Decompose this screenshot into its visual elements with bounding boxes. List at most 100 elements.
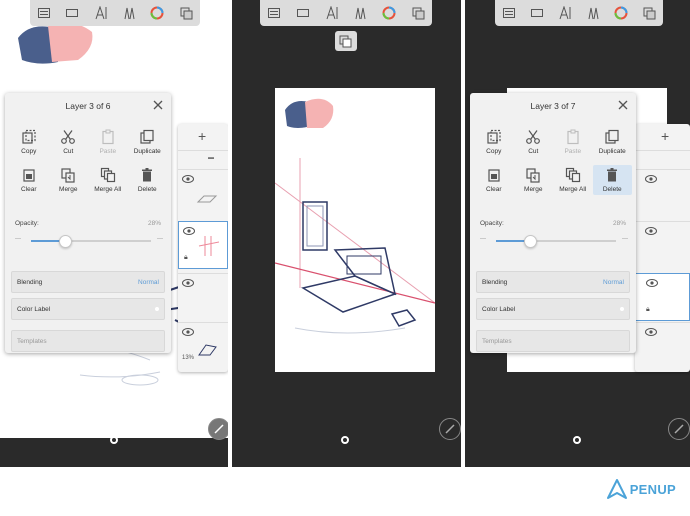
layer-stack-icon[interactable] <box>640 5 658 21</box>
lock-icon[interactable]: 🔒︎ <box>184 254 188 262</box>
layers-icon[interactable] <box>265 5 283 21</box>
eye-icon[interactable] <box>645 227 657 235</box>
color-wheel-icon[interactable] <box>612 5 630 21</box>
layer-stack-icon[interactable] <box>409 5 427 21</box>
eye-icon[interactable] <box>182 279 194 287</box>
text-brush-icon[interactable] <box>323 5 341 21</box>
brush-icon[interactable] <box>351 5 369 21</box>
opacity-slider[interactable] <box>31 235 151 248</box>
opacity-slider[interactable] <box>496 235 616 248</box>
layer-row[interactable] <box>178 273 228 320</box>
paste-button[interactable]: Paste <box>88 127 128 157</box>
pen-button[interactable] <box>668 418 690 440</box>
text-brush-icon[interactable] <box>92 5 110 21</box>
opacity-slider-knob[interactable] <box>523 235 537 248</box>
layers-icon[interactable] <box>35 5 53 21</box>
layer-row-selected[interactable]: 🔒︎ <box>635 273 690 321</box>
eye-icon[interactable] <box>645 328 657 336</box>
layer-thumbnail <box>196 195 218 203</box>
merge-icon <box>526 168 540 183</box>
merge-button[interactable]: Merge <box>514 165 554 195</box>
sketch-artwork <box>274 98 436 334</box>
brush-icon[interactable] <box>584 5 602 21</box>
canvas-icon[interactable] <box>63 5 81 21</box>
cut-button[interactable]: Cut <box>49 127 89 157</box>
layer-row[interactable] <box>178 169 228 216</box>
layers-strip: + ▬ 🔒︎ 13% <box>178 124 228 372</box>
penup-logo: PENUP <box>606 478 676 500</box>
copy-button[interactable]: Copy <box>474 127 514 157</box>
copy-icon <box>22 129 36 144</box>
color-label-row[interactable]: Color Label <box>476 298 630 320</box>
opacity-value: 28% <box>612 220 626 227</box>
layer-row[interactable]: ▬ <box>178 150 228 169</box>
trash-icon <box>142 168 153 182</box>
text-brush-icon[interactable] <box>556 5 574 21</box>
close-icon[interactable] <box>616 98 630 112</box>
templates-row[interactable]: Templates <box>476 330 630 352</box>
eye-icon[interactable] <box>182 328 194 336</box>
color-dot-icon <box>155 307 159 311</box>
opacity-slider-knob[interactable] <box>58 235 72 248</box>
add-layer-icon[interactable]: + <box>661 128 669 144</box>
cut-button[interactable]: Cut <box>514 127 554 157</box>
templates-row[interactable]: Templates <box>11 330 165 352</box>
eye-icon[interactable] <box>183 227 195 235</box>
merge-all-button[interactable]: Merge All <box>88 165 128 195</box>
layer-row[interactable]: 13% <box>178 322 228 369</box>
close-icon[interactable] <box>151 98 165 112</box>
eye-icon[interactable] <box>182 175 194 183</box>
action-label: Paste <box>564 148 582 155</box>
layer-row[interactable] <box>635 169 690 216</box>
color-label-text: Color Label <box>17 305 51 313</box>
duplicate-button[interactable]: Duplicate <box>128 127 168 157</box>
layer-stack-icon <box>339 35 352 48</box>
add-layer-icon[interactable]: + <box>198 128 206 144</box>
color-wheel-icon[interactable] <box>380 5 398 21</box>
top-toolbar <box>495 0 663 26</box>
blending-value: Normal <box>138 278 159 286</box>
layer-toggle-button[interactable] <box>335 31 357 51</box>
layers-icon[interactable] <box>500 5 518 21</box>
layer-row[interactable] <box>635 221 690 268</box>
action-label: Delete <box>137 186 157 193</box>
eye-icon[interactable] <box>645 175 657 183</box>
delete-button[interactable]: Delete <box>592 165 632 195</box>
copy-icon <box>487 129 501 144</box>
opacity-value: 28% <box>147 220 161 227</box>
lock-icon[interactable]: 🔒︎ <box>646 306 650 314</box>
copy-button[interactable]: Copy <box>9 127 49 157</box>
merge-all-button[interactable]: Merge All <box>553 165 593 195</box>
pen-button[interactable] <box>208 418 228 440</box>
canvas-icon[interactable] <box>528 5 546 21</box>
blending-row[interactable]: Blending Normal <box>476 271 630 293</box>
clear-button[interactable]: Clear <box>9 165 49 195</box>
action-label: Cut <box>528 148 539 155</box>
screen-3: + 🔒︎ Layer 3 of 7 Copy Cut Paste Duplicate C… <box>465 0 690 467</box>
layer-thumbnail <box>198 344 217 356</box>
drawing-canvas[interactable] <box>274 88 436 372</box>
canvas-icon[interactable] <box>294 5 312 21</box>
layer-stack-icon[interactable] <box>177 5 195 21</box>
delete-button[interactable]: Delete <box>128 165 168 195</box>
eye-icon[interactable] <box>646 279 658 287</box>
clear-button[interactable]: Clear <box>474 165 514 195</box>
color-label-text: Color Label <box>482 305 516 313</box>
blending-row[interactable]: Blending Normal <box>11 271 165 293</box>
layer-row[interactable] <box>635 150 690 169</box>
color-wheel-icon[interactable] <box>148 5 166 21</box>
action-label: Copy <box>21 148 37 155</box>
brush-icon[interactable] <box>120 5 138 21</box>
slider-max-icon: — <box>157 236 163 242</box>
duplicate-button[interactable]: Duplicate <box>593 127 633 157</box>
color-label-row[interactable]: Color Label <box>11 298 165 320</box>
pen-button[interactable] <box>439 418 461 440</box>
paste-button[interactable]: Paste <box>553 127 593 157</box>
layer-row-selected[interactable]: 🔒︎ <box>178 221 228 269</box>
merge-button[interactable]: Merge <box>49 165 89 195</box>
action-label: Merge <box>59 186 78 193</box>
layer-row[interactable] <box>635 322 690 369</box>
clear-icon <box>23 169 35 182</box>
action-label: Merge All <box>559 186 587 193</box>
action-label: Copy <box>486 148 502 155</box>
